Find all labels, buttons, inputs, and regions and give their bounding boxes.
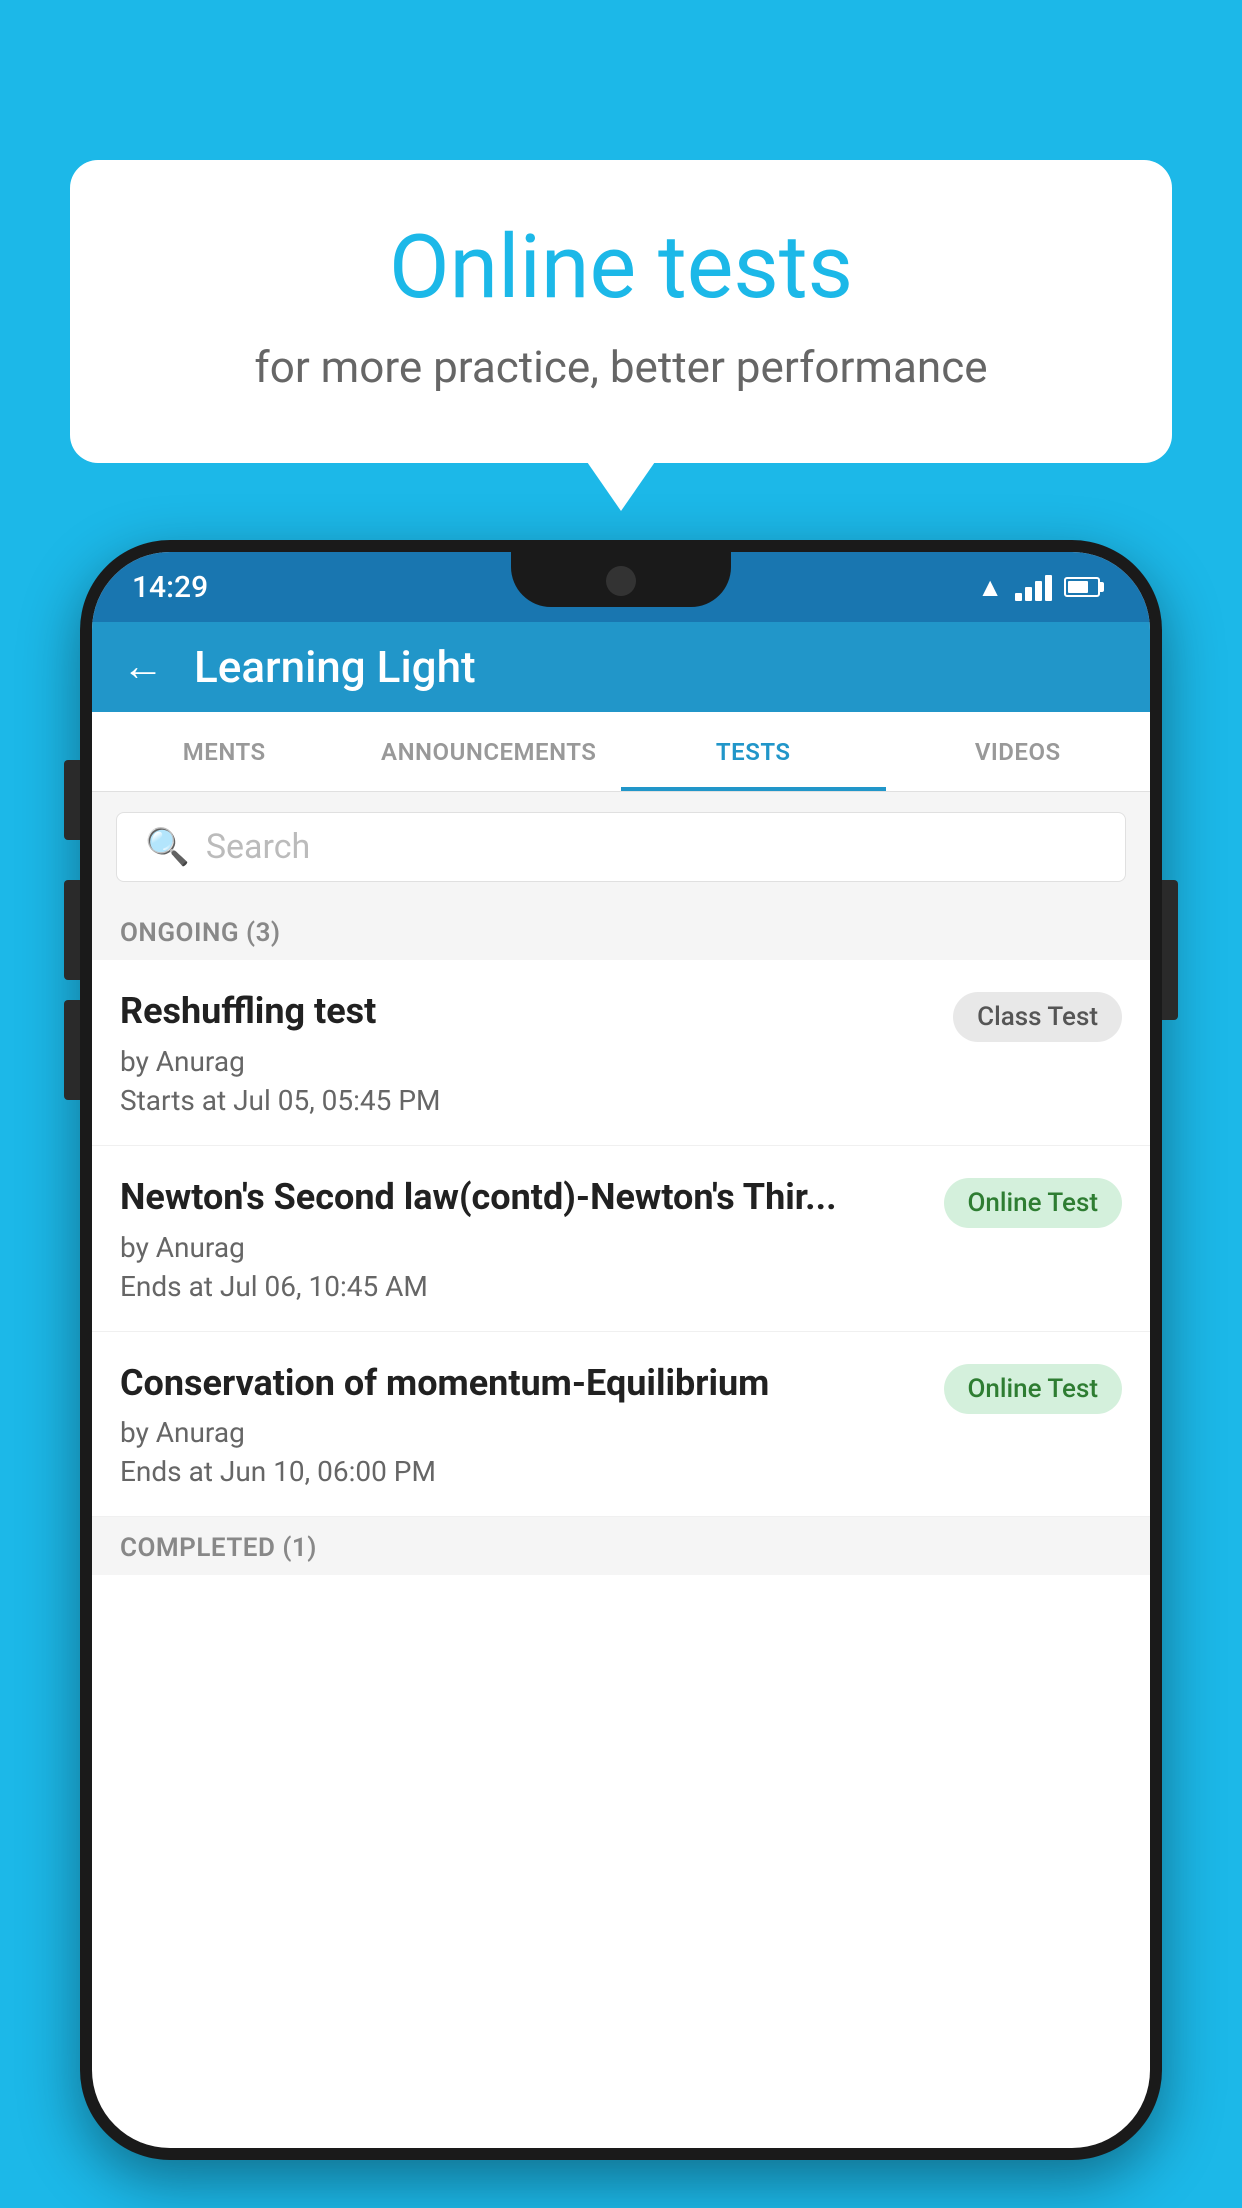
search-container: 🔍 Search [92, 792, 1150, 902]
speech-bubble-section: Online tests for more practice, better p… [70, 160, 1172, 463]
tests-list: Reshuffling test by Anurag Starts at Jul… [92, 960, 1150, 1517]
signal-bar-3 [1035, 581, 1042, 601]
test-info-2: Newton's Second law(contd)-Newton's Thir… [120, 1174, 924, 1303]
test-date-2: Ends at Jul 06, 10:45 AM [120, 1270, 924, 1303]
power-button[interactable] [1162, 880, 1178, 1020]
tab-announcements[interactable]: ANNOUNCEMENTS [357, 712, 622, 791]
front-camera [606, 566, 636, 596]
battery-fill [1068, 581, 1088, 593]
test-item-3[interactable]: Conservation of momentum-Equilibrium by … [92, 1332, 1150, 1518]
phone-frame: 14:29 ▲ [80, 540, 1162, 2160]
test-badge-1: Class Test [953, 992, 1122, 1042]
ongoing-section-header: ONGOING (3) [92, 902, 1150, 960]
back-button[interactable]: ← [122, 646, 164, 688]
test-author-3: by Anurag [120, 1416, 924, 1449]
completed-label: COMPLETED (1) [120, 1533, 317, 1563]
battery-icon [1064, 577, 1100, 597]
tab-ments[interactable]: MENTS [92, 712, 357, 791]
completed-section-header: COMPLETED (1) [92, 1517, 1150, 1575]
status-icons: ▲ [977, 572, 1100, 603]
bubble-subtitle: for more practice, better performance [150, 341, 1092, 393]
signal-bar-4 [1045, 575, 1052, 601]
ongoing-label: ONGOING (3) [120, 918, 281, 948]
signal-bar-2 [1025, 587, 1032, 601]
phone-notch [511, 552, 731, 607]
test-name-1: Reshuffling test [120, 988, 933, 1035]
test-info-3: Conservation of momentum-Equilibrium by … [120, 1360, 924, 1489]
tabs-container: MENTS ANNOUNCEMENTS TESTS VIDEOS [92, 712, 1150, 792]
status-time: 14:29 [132, 570, 208, 605]
tab-tests[interactable]: TESTS [621, 712, 886, 791]
test-date-3: Ends at Jun 10, 06:00 PM [120, 1455, 924, 1488]
phone-screen: 14:29 ▲ [92, 552, 1150, 2148]
test-info-1: Reshuffling test by Anurag Starts at Jul… [120, 988, 933, 1117]
test-badge-3: Online Test [944, 1364, 1123, 1414]
test-item-2[interactable]: Newton's Second law(contd)-Newton's Thir… [92, 1146, 1150, 1332]
volume-down-button[interactable] [64, 880, 80, 980]
search-icon: 🔍 [145, 826, 190, 868]
volume-down2-button[interactable] [64, 1000, 80, 1100]
test-date-1: Starts at Jul 05, 05:45 PM [120, 1084, 933, 1117]
test-name-3: Conservation of momentum-Equilibrium [120, 1360, 924, 1407]
search-bar[interactable]: 🔍 Search [116, 812, 1126, 882]
test-author-2: by Anurag [120, 1231, 924, 1264]
phone-container: 14:29 ▲ [80, 540, 1162, 2160]
bubble-title: Online tests [150, 220, 1092, 317]
test-author-1: by Anurag [120, 1045, 933, 1078]
test-item-1[interactable]: Reshuffling test by Anurag Starts at Jul… [92, 960, 1150, 1146]
signal-bar-1 [1015, 593, 1022, 601]
speech-bubble: Online tests for more practice, better p… [70, 160, 1172, 463]
app-header: ← Learning Light [92, 622, 1150, 712]
wifi-icon: ▲ [977, 572, 1003, 603]
search-placeholder: Search [206, 827, 310, 867]
test-badge-2: Online Test [944, 1178, 1123, 1228]
tab-videos[interactable]: VIDEOS [886, 712, 1151, 791]
app-title: Learning Light [194, 641, 476, 693]
signal-icon [1015, 573, 1052, 601]
test-name-2: Newton's Second law(contd)-Newton's Thir… [120, 1174, 924, 1221]
volume-up-button[interactable] [64, 760, 80, 840]
